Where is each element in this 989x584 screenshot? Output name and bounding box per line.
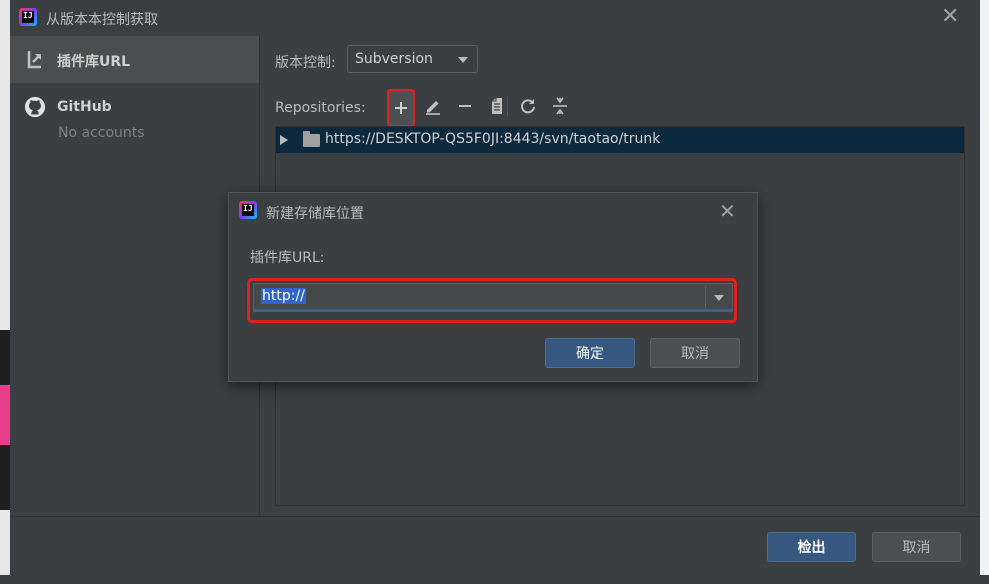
- toolbar-separator: [507, 96, 508, 116]
- ok-button[interactable]: 确定: [545, 338, 635, 368]
- add-icon: [395, 102, 407, 114]
- sidebar-item-github[interactable]: GitHub No accounts: [10, 83, 259, 153]
- collapse-icon: [553, 97, 567, 115]
- tree-row[interactable]: https://DESKTOP-QS5F0JI:8443/svn/taotao/…: [276, 127, 964, 153]
- footer-bar: 检出 取消: [10, 516, 980, 575]
- intellij-app-icon: IJ: [239, 201, 257, 219]
- edit-repository-button[interactable]: [421, 94, 445, 118]
- repository-url-input[interactable]: http://: [253, 283, 733, 311]
- expand-arrow-icon[interactable]: [280, 135, 288, 145]
- dialog-title: 新建存储库位置: [266, 206, 364, 222]
- close-icon[interactable]: ✕: [941, 6, 959, 28]
- browse-repository-button[interactable]: [485, 94, 509, 118]
- repository-url-label: 插件库URL:: [250, 250, 325, 266]
- repository-url: https://DESKTOP-QS5F0JI:8443/svn/taotao/…: [325, 131, 661, 147]
- edit-icon: [426, 101, 440, 115]
- sidebar-item-label: 插件库URL: [57, 54, 131, 70]
- sidebar-item-repository-url[interactable]: 插件库URL: [10, 36, 259, 83]
- remove-icon: [459, 105, 471, 107]
- cancel-button[interactable]: 取消: [650, 338, 740, 368]
- sidebar: 插件库URL GitHub No accounts: [10, 36, 260, 516]
- new-repository-location-dialog: IJ 新建存储库位置 ✕ 插件库URL: http:// 确定 取消: [228, 192, 758, 382]
- close-icon[interactable]: ✕: [719, 201, 736, 221]
- collapse-all-button[interactable]: [548, 94, 572, 118]
- cancel-button[interactable]: 取消: [872, 532, 961, 562]
- window-title: 从版本本控制获取: [46, 12, 158, 28]
- refresh-button[interactable]: [516, 94, 540, 118]
- refresh-icon: [521, 99, 535, 114]
- background-status-strip: [0, 575, 989, 584]
- version-control-select[interactable]: Subversion: [347, 45, 478, 73]
- checkout-button[interactable]: 检出: [767, 532, 856, 562]
- add-repository-button[interactable]: [387, 89, 415, 127]
- background-app-icon-fragment: [0, 385, 10, 445]
- version-control-label: 版本控制:: [275, 55, 336, 71]
- github-icon: [24, 96, 46, 118]
- browse-icon: [492, 98, 502, 114]
- chevron-down-icon[interactable]: [714, 295, 724, 301]
- github-accounts-status: No accounts: [58, 125, 145, 141]
- repositories-label: Repositories:: [275, 100, 366, 116]
- intellij-app-icon: IJ: [19, 8, 37, 26]
- repository-url-value: http://: [261, 288, 306, 304]
- sidebar-item-label: GitHub: [57, 99, 112, 115]
- folder-icon: [303, 131, 320, 147]
- input-focus-underline: [253, 309, 733, 312]
- remove-repository-button[interactable]: [453, 94, 477, 118]
- vcs-url-icon: [27, 51, 41, 69]
- background-window-edge-right: [980, 0, 989, 584]
- title-bar: IJ 从版本本控制获取 ✕: [10, 0, 980, 36]
- chevron-down-icon: [458, 57, 468, 63]
- version-control-value: Subversion: [355, 51, 433, 67]
- input-divider: [705, 286, 706, 308]
